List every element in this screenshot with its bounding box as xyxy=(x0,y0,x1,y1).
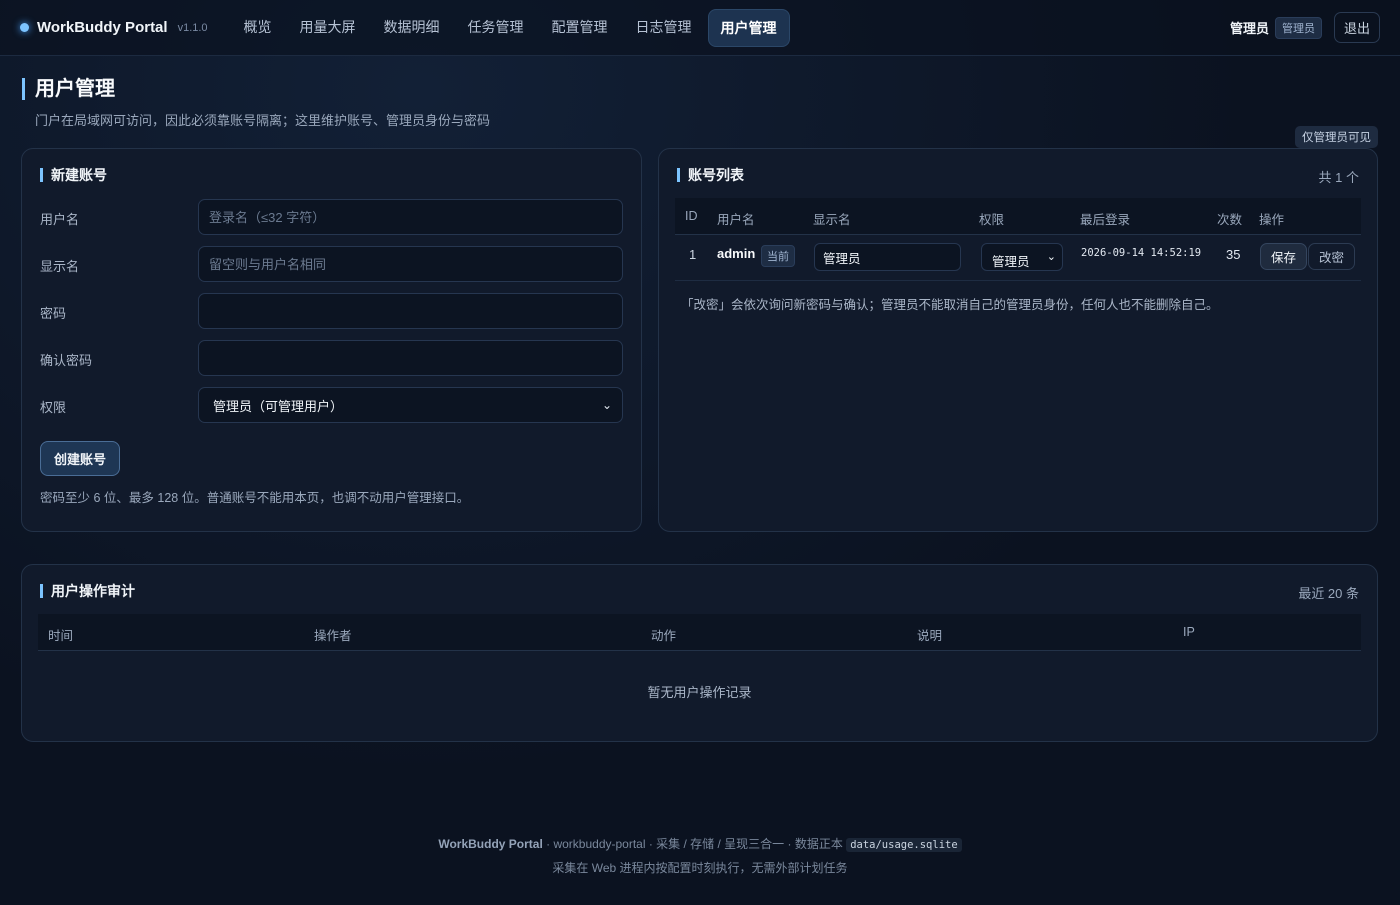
col-last-login: 最后登录 xyxy=(1080,213,1131,227)
page-title: 用户管理 xyxy=(22,78,1378,100)
footer: WorkBuddy Portal · workbuddy-portal · 采集… xyxy=(0,835,1400,876)
change-password-button[interactable]: 改密 xyxy=(1308,243,1356,270)
col-username: 用户名 xyxy=(717,213,755,227)
create-account-title: 新建账号 xyxy=(40,168,107,182)
col-id: ID xyxy=(685,209,698,223)
save-button[interactable]: 保存 xyxy=(1260,243,1308,270)
audit-empty-state: 暂无用户操作记录 xyxy=(647,685,752,700)
table-row: 1 admin 当前 管理员 ⌄ 2026-09-14 14:52:19 35 … xyxy=(675,235,1361,281)
nav-item-users[interactable]: 用户管理 xyxy=(707,8,790,47)
page-subtitle: 门户在局域网可访问，因此必须靠账号隔离；这里维护账号、管理员身份与密码 xyxy=(35,113,491,128)
username-row: 用户名 xyxy=(40,199,623,235)
password-row: 密码 xyxy=(40,293,623,329)
row-username: admin xyxy=(717,246,756,261)
confirm-password-row: 确认密码 xyxy=(40,340,623,376)
col-ip: IP xyxy=(1183,625,1195,639)
account-list-title: 账号列表 xyxy=(677,168,744,182)
password-input[interactable] xyxy=(198,293,623,329)
top-navbar: WorkBuddy Portal v1.1.0 概览 用量大屏 数据明细 任务管… xyxy=(0,0,1400,56)
col-operator: 操作者 xyxy=(314,629,352,643)
footer-line-2: 采集在 Web 进程内按配置时刻执行，无需外部计划任务 xyxy=(552,861,848,875)
account-count: 共 1 个 xyxy=(1318,170,1359,185)
account-list-card: 账号列表 共 1 个 ID 用户名 显示名 权限 最后登录 次数 操作 1 ad… xyxy=(658,148,1378,532)
footer-text: · workbuddy-portal · 采集 / 存储 / 呈现三合一 · 数… xyxy=(542,837,847,851)
username-input[interactable] xyxy=(198,199,623,235)
chevron-down-icon: ⌄ xyxy=(601,398,612,412)
row-role-select[interactable]: 管理员 ⌄ xyxy=(981,243,1063,271)
row-display-name-input[interactable] xyxy=(814,243,961,271)
admin-only-badge: 仅管理员可见 xyxy=(1295,126,1378,148)
col-role: 权限 xyxy=(979,213,1005,227)
logout-button[interactable]: 退出 xyxy=(1333,12,1380,43)
nav-item-usage-dashboard[interactable]: 用量大屏 xyxy=(288,9,368,47)
user-area: 管理员 管理员 退出 xyxy=(1230,12,1380,43)
nav-item-tasks[interactable]: 任务管理 xyxy=(456,9,536,47)
brand-dot-icon xyxy=(20,23,29,32)
row-last-login: 2026-09-14 14:52:19 xyxy=(1081,247,1202,259)
create-account-button[interactable]: 创建账号 xyxy=(40,441,121,476)
confirm-password-label: 确认密码 xyxy=(40,353,93,368)
brand-name: WorkBuddy Portal xyxy=(37,19,168,36)
nav-item-overview[interactable]: 概览 xyxy=(232,9,284,47)
audit-table-header: 时间 操作者 动作 说明 IP xyxy=(38,614,1361,651)
nav-item-logs[interactable]: 日志管理 xyxy=(624,9,704,47)
row-login-count: 35 xyxy=(1226,247,1241,262)
footer-db-path: data/usage.sqlite xyxy=(846,838,962,852)
main-nav: 概览 用量大屏 数据明细 任务管理 配置管理 日志管理 用户管理 xyxy=(232,8,790,47)
create-account-card: 新建账号 用户名 显示名 密码 确认密码 权限 管理员（可管理用户） ⌄ 创建账… xyxy=(21,148,642,532)
current-user-name: 管理员 xyxy=(1229,21,1269,36)
col-display-name: 显示名 xyxy=(813,213,851,227)
account-list-note: 「改密」会依次询问新密码与确认；管理员不能取消自己的管理员身份，任何人也不能删除… xyxy=(681,298,1219,312)
brand[interactable]: WorkBuddy Portal v1.1.0 xyxy=(20,19,208,36)
audit-title: 用户操作审计 xyxy=(40,584,135,598)
account-table-header: ID 用户名 显示名 权限 最后登录 次数 操作 xyxy=(675,198,1361,235)
audit-meta: 最近 20 条 xyxy=(1298,586,1359,601)
role-select-value: 管理员（可管理用户） xyxy=(213,398,344,414)
nav-item-config[interactable]: 配置管理 xyxy=(540,9,620,47)
password-label: 密码 xyxy=(40,306,67,321)
user-role-badge: 管理员 xyxy=(1274,16,1322,39)
current-user-badge: 当前 xyxy=(761,245,795,267)
role-select[interactable]: 管理员（可管理用户） ⌄ xyxy=(198,387,623,423)
confirm-password-input[interactable] xyxy=(198,340,623,376)
row-role-value: 管理员 xyxy=(992,255,1030,269)
footer-line-1: WorkBuddy Portal · workbuddy-portal · 采集… xyxy=(0,835,1400,852)
nav-item-data-details[interactable]: 数据明细 xyxy=(372,9,452,47)
display-name-row: 显示名 xyxy=(40,246,623,282)
row-id: 1 xyxy=(689,247,697,262)
display-name-label: 显示名 xyxy=(40,259,80,274)
col-time: 时间 xyxy=(48,629,74,643)
col-count: 次数 xyxy=(1217,213,1243,227)
audit-card: 用户操作审计 最近 20 条 时间 操作者 动作 说明 IP 暂无用户操作记录 xyxy=(21,564,1378,742)
chevron-down-icon: ⌄ xyxy=(1046,251,1056,263)
page-header: 用户管理 门户在局域网可访问，因此必须靠账号隔离；这里维护账号、管理员身份与密码… xyxy=(0,56,1400,148)
col-actions: 操作 xyxy=(1259,213,1285,227)
username-label: 用户名 xyxy=(40,212,80,227)
role-row: 权限 管理员（可管理用户） ⌄ xyxy=(40,387,623,423)
display-name-input[interactable] xyxy=(198,246,623,282)
app-version: v1.1.0 xyxy=(177,21,208,34)
footer-brand: WorkBuddy Portal xyxy=(438,837,543,851)
col-description: 说明 xyxy=(917,629,943,643)
password-hint: 密码至少 6 位、最多 128 位。普通账号不能用本页，也调不动用户管理接口。 xyxy=(40,491,470,505)
role-label: 权限 xyxy=(40,400,67,415)
col-action: 动作 xyxy=(651,629,677,643)
